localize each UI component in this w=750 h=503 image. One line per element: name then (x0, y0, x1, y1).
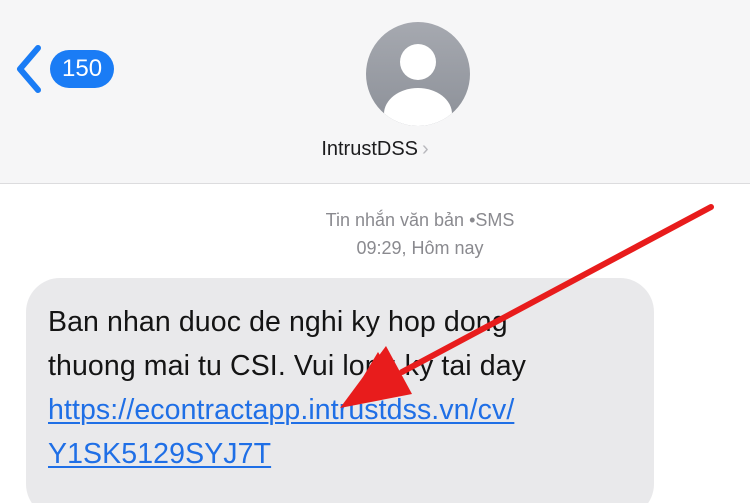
contact-avatar[interactable] (366, 22, 470, 126)
message-bubble[interactable]: Ban nhan duoc de nghi ky hop dong thuong… (26, 278, 654, 503)
contact-name: IntrustDSS (321, 138, 419, 160)
unread-count-badge: 150 (50, 50, 115, 88)
back-button[interactable]: 150 (14, 44, 115, 94)
person-icon (384, 44, 452, 126)
message-link-continued[interactable]: Y1SK5129SYJ7T (48, 432, 648, 476)
messages-screen: 150 IntrustDSS › Tin nhắn văn bản •SMS 09… (0, 0, 750, 503)
conversation-header: 150 IntrustDSS › (0, 0, 750, 184)
chevron-right-icon: › (422, 138, 429, 160)
chevron-left-icon (17, 45, 41, 93)
contact-name-button[interactable]: IntrustDSS › (0, 134, 750, 164)
message-timestamp: 09:29, Hôm nay (356, 238, 484, 258)
message-type-label: Tin nhắn văn bản •SMS (325, 210, 515, 230)
message-body: Ban nhan duoc de nghi ky hop dong thuong… (48, 300, 648, 476)
message-text-line: thuong mai tu CSI. Vui long ky tai day (48, 350, 527, 382)
message-text-line: Ban nhan duoc de nghi ky hop dong (48, 306, 508, 338)
message-link[interactable]: https://econtractapp.intrustdss.vn/cv/ (48, 388, 648, 432)
